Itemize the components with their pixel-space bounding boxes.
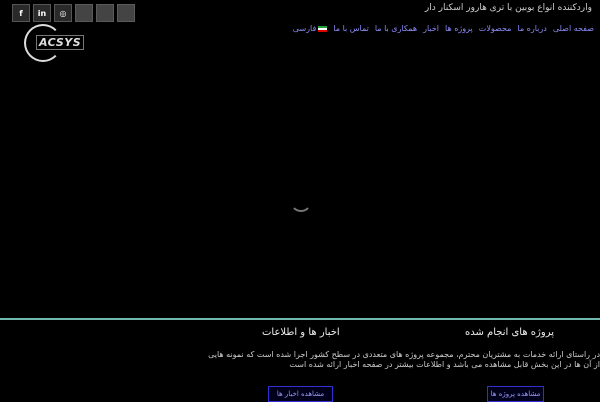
section-description: در راستای ارائه خدمات به مشتریان محترم، … — [205, 350, 600, 369]
linkedin-icon[interactable]: in — [33, 4, 51, 22]
social-links: f in ◎ — [12, 4, 135, 22]
site-logo[interactable]: ACSYS — [24, 24, 90, 62]
nav-item-news[interactable]: اخبار — [423, 24, 439, 33]
nav-item-home[interactable]: صفحه اصلی — [553, 24, 594, 33]
language-switcher[interactable]: فارسی — [293, 24, 328, 33]
social-placeholder-icon[interactable] — [96, 4, 114, 22]
site-tagline: واردکننده انواع بوبین با تری هارور اسکنا… — [424, 3, 592, 13]
main-nav: صفحه اصلی درباره ما محصولات پروژه ها اخب… — [293, 24, 594, 33]
nav-item-projects[interactable]: پروژه ها — [445, 24, 473, 33]
language-label: فارسی — [292, 24, 317, 33]
social-placeholder-icon[interactable] — [75, 4, 93, 22]
loading-spinner-icon — [290, 190, 312, 212]
iran-flag-icon — [318, 25, 328, 32]
facebook-icon[interactable]: f — [12, 4, 30, 22]
section-divider — [0, 318, 600, 320]
nav-item-about[interactable]: درباره ما — [517, 24, 546, 33]
social-placeholder-icon[interactable] — [117, 4, 135, 22]
logo-text: ACSYS — [36, 35, 85, 50]
news-section-title: اخبار ها و اطلاعات — [262, 327, 340, 338]
projects-section-title: پروژه های انجام شده — [465, 327, 555, 338]
nav-item-cooperation[interactable]: همکاری با ما — [375, 24, 417, 33]
instagram-icon[interactable]: ◎ — [54, 4, 72, 22]
nav-item-products[interactable]: محصولات — [479, 24, 512, 33]
nav-item-contact[interactable]: تماس با ما — [333, 24, 369, 33]
